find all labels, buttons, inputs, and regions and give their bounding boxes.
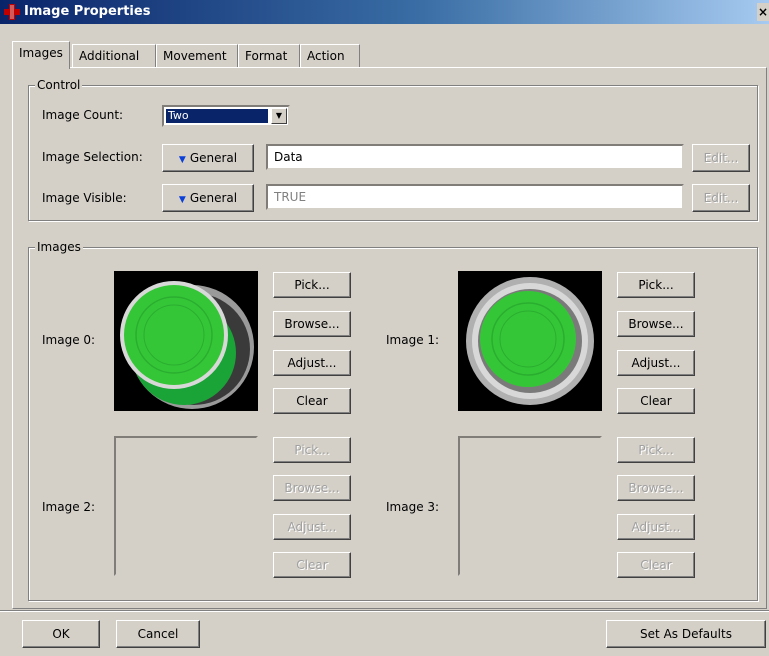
image-visible-mode-label: General xyxy=(189,191,238,205)
tab-additional[interactable]: Additional xyxy=(72,44,156,68)
dropdown-triangle-icon: ▼ xyxy=(178,195,186,205)
image-2-pick-button[interactable]: Pick... xyxy=(273,437,351,463)
image-visible-field[interactable]: TRUE xyxy=(266,184,684,210)
image-count-select[interactable]: Two ▼ xyxy=(162,105,290,127)
image-1-preview[interactable] xyxy=(458,271,602,411)
image-visible-edit-button[interactable]: Edit... xyxy=(692,184,750,212)
image-0-preview[interactable] xyxy=(114,271,258,411)
image-visible-label: Image Visible: xyxy=(42,191,127,205)
image-2-adjust-button[interactable]: Adjust... xyxy=(273,514,351,540)
app-icon xyxy=(4,4,20,20)
image-3-browse-button[interactable]: Browse... xyxy=(617,475,695,501)
dropdown-triangle-icon: ▼ xyxy=(178,155,186,165)
image-3-clear-button[interactable]: Clear xyxy=(617,552,695,578)
image-0-pick-button[interactable]: Pick... xyxy=(273,272,351,298)
tab-movement[interactable]: Movement xyxy=(156,44,238,68)
tab-images[interactable]: Images xyxy=(12,41,70,69)
image-2-label: Image 2: xyxy=(42,500,96,514)
ok-button[interactable]: OK xyxy=(22,620,100,648)
image-3-adjust-button[interactable]: Adjust... xyxy=(617,514,695,540)
green-pushbutton-released-image xyxy=(466,277,594,405)
image-1-pick-button[interactable]: Pick... xyxy=(617,272,695,298)
control-legend: Control xyxy=(35,78,83,92)
image-selection-edit-button[interactable]: Edit... xyxy=(692,144,750,172)
image-2-preview[interactable] xyxy=(114,436,258,576)
image-1-clear-button[interactable]: Clear xyxy=(617,388,695,414)
image-1-label: Image 1: xyxy=(386,333,440,347)
image-2-browse-button[interactable]: Browse... xyxy=(273,475,351,501)
image-1-adjust-button[interactable]: Adjust... xyxy=(617,350,695,376)
image-0-browse-button[interactable]: Browse... xyxy=(273,311,351,337)
image-0-adjust-button[interactable]: Adjust... xyxy=(273,350,351,376)
images-legend: Images xyxy=(35,240,83,254)
close-icon[interactable]: × xyxy=(757,3,769,21)
image-3-label: Image 3: xyxy=(386,500,440,514)
image-selection-mode-button[interactable]: ▼ General xyxy=(162,144,254,172)
cancel-button[interactable]: Cancel xyxy=(116,620,200,648)
tab-action[interactable]: Action xyxy=(300,44,360,68)
set-as-defaults-button[interactable]: Set As Defaults xyxy=(606,620,766,648)
green-pushbutton-pressed-image xyxy=(120,281,254,409)
image-count-value: Two xyxy=(166,109,268,123)
image-0-label: Image 0: xyxy=(42,333,96,347)
image-2-clear-button[interactable]: Clear xyxy=(273,552,351,578)
image-0-clear-button[interactable]: Clear xyxy=(273,388,351,414)
image-visible-mode-button[interactable]: ▼ General xyxy=(162,184,254,212)
image-count-label: Image Count: xyxy=(42,108,124,122)
title-bar: Image Properties × xyxy=(0,0,769,24)
footer-divider xyxy=(0,610,769,612)
image-selection-field[interactable]: Data xyxy=(266,144,684,170)
image-3-pick-button[interactable]: Pick... xyxy=(617,437,695,463)
image-selection-mode-label: General xyxy=(189,151,238,165)
image-selection-label: Image Selection: xyxy=(42,150,143,164)
tab-format[interactable]: Format xyxy=(238,44,300,68)
window-title: Image Properties xyxy=(24,4,151,19)
chevron-down-icon[interactable]: ▼ xyxy=(271,108,287,124)
image-1-browse-button[interactable]: Browse... xyxy=(617,311,695,337)
image-3-preview[interactable] xyxy=(458,436,602,576)
